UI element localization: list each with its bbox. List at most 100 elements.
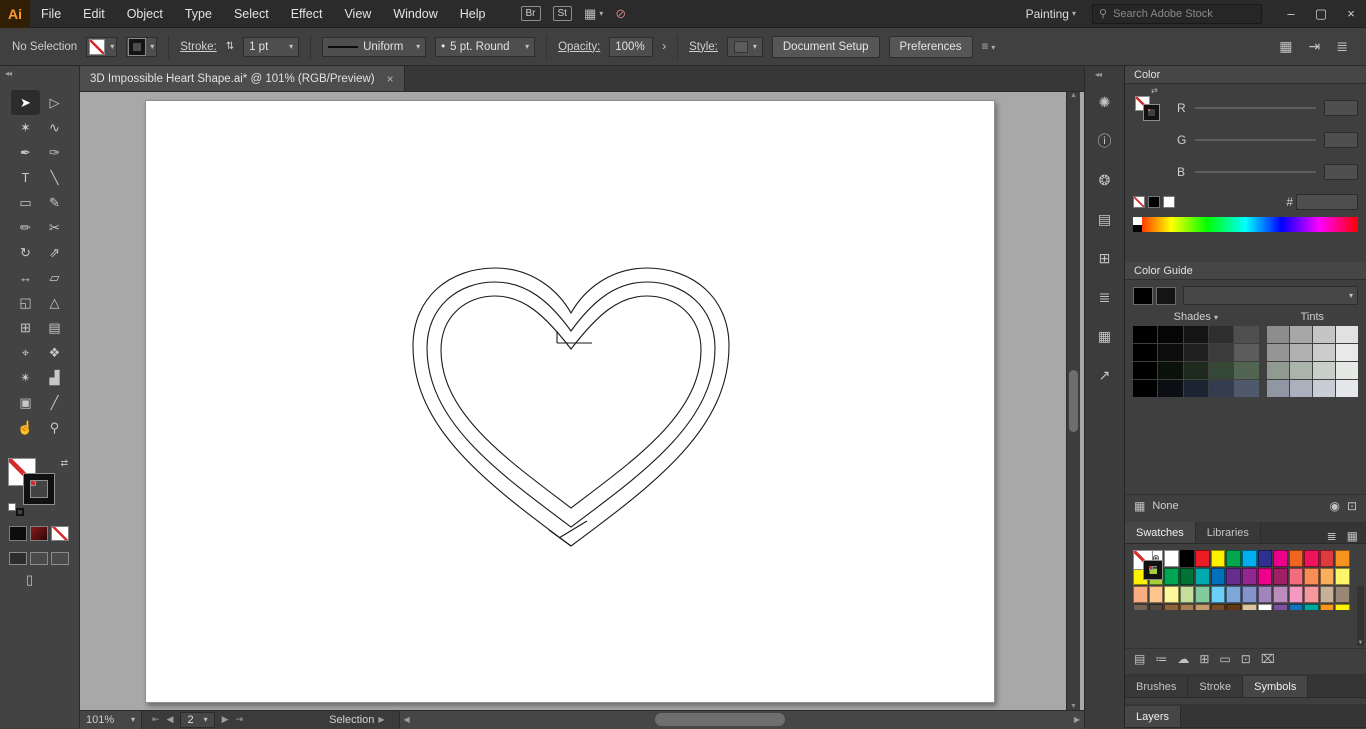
appearance-panel-icon[interactable]: ❂ — [1092, 168, 1118, 192]
rectangle-tool[interactable]: ▭ — [11, 190, 40, 215]
shades-label[interactable]: Shades ▾ — [1133, 311, 1259, 323]
r-value-field[interactable] — [1324, 100, 1358, 116]
b-slider[interactable] — [1195, 171, 1316, 173]
shape-builder-tool[interactable]: ◱ — [11, 290, 40, 315]
swatch[interactable] — [1335, 550, 1350, 567]
shade-swatch[interactable] — [1158, 380, 1182, 397]
draw-inside-button[interactable] — [51, 552, 69, 565]
bridge-button[interactable]: Br — [521, 6, 541, 21]
swatch[interactable] — [1164, 568, 1179, 585]
swatch[interactable] — [1149, 604, 1164, 610]
type-tool[interactable]: T — [11, 165, 40, 190]
swatch[interactable] — [1289, 586, 1304, 603]
blend-tool[interactable]: ❖ — [40, 340, 69, 365]
swatch[interactable] — [1195, 568, 1210, 585]
artboard-tool[interactable]: ▣ — [11, 390, 40, 415]
new-color-group-icon[interactable]: ⊞ — [1199, 652, 1209, 666]
shade-swatch[interactable] — [1158, 362, 1182, 379]
menu-select[interactable]: Select — [223, 0, 280, 28]
swatch[interactable] — [1258, 586, 1273, 603]
shade-swatch[interactable] — [1209, 326, 1233, 343]
swatch[interactable] — [1258, 604, 1273, 610]
align-options-icon[interactable]: ≡▾ — [982, 41, 996, 53]
grid-view-icon[interactable]: ▦ — [1279, 38, 1292, 55]
draw-normal-button[interactable] — [9, 552, 27, 565]
document-setup-button[interactable]: Document Setup — [772, 36, 880, 58]
swatch[interactable] — [1273, 604, 1288, 610]
arrange-documents-icon[interactable]: ▦▾ — [584, 6, 603, 22]
swatch[interactable] — [1320, 568, 1335, 585]
swatch[interactable] — [1226, 568, 1241, 585]
shade-swatch[interactable] — [1158, 344, 1182, 361]
document-tab[interactable]: 3D Impossible Heart Shape.ai* @ 101% (RG… — [80, 66, 405, 91]
tint-swatch[interactable] — [1290, 344, 1312, 361]
shade-swatch[interactable] — [1184, 362, 1208, 379]
swatch[interactable] — [1335, 568, 1350, 585]
tint-swatch[interactable] — [1290, 380, 1312, 397]
scissors-tool[interactable]: ✂ — [40, 215, 69, 240]
stroke-panel-link[interactable]: Stroke: — [180, 41, 216, 53]
search-adobe-stock[interactable]: ⚲ — [1092, 4, 1262, 24]
screen-mode-button[interactable]: ▯ — [26, 572, 33, 588]
swatch[interactable] — [1180, 550, 1195, 567]
close-tab-icon[interactable]: × — [387, 72, 394, 86]
tint-swatch[interactable] — [1290, 362, 1312, 379]
magic-wand-tool[interactable]: ✶ — [11, 115, 40, 140]
shade-swatch[interactable] — [1184, 380, 1208, 397]
swatch[interactable] — [1242, 568, 1257, 585]
pathfinder-panel-icon[interactable]: ▦ — [1092, 324, 1118, 348]
paintbrush-tool[interactable]: ✎ — [40, 190, 69, 215]
hand-tool[interactable]: ☝ — [11, 415, 40, 440]
menu-effect[interactable]: Effect — [280, 0, 334, 28]
swatch[interactable] — [1164, 586, 1179, 603]
style-dropdown[interactable]: ▾ — [727, 37, 763, 57]
swatch-libraries-menu-icon[interactable]: ▤ — [1134, 652, 1145, 666]
new-swatch-folder-icon[interactable]: ▭ — [1219, 652, 1230, 666]
eyedropper-tool[interactable]: ⌖ — [11, 340, 40, 365]
swatch[interactable] — [1289, 568, 1304, 585]
menu-view[interactable]: View — [333, 0, 382, 28]
lasso-tool[interactable]: ∿ — [40, 115, 69, 140]
fill-color-dropdown[interactable]: ▾ — [86, 37, 117, 57]
swatch[interactable] — [1133, 586, 1148, 603]
swatch[interactable] — [1164, 604, 1179, 610]
save-color-group-icon[interactable]: ⊡ — [1347, 499, 1357, 513]
swatch[interactable] — [1258, 550, 1273, 567]
last-artboard-button[interactable]: ⇥ — [236, 714, 244, 725]
shade-swatch[interactable] — [1234, 362, 1258, 379]
menu-help[interactable]: Help — [449, 0, 497, 28]
restore-button[interactable]: ▢ — [1306, 0, 1336, 28]
tab-symbols[interactable]: Symbols — [1243, 676, 1308, 697]
new-swatch-icon[interactable]: ⊡ — [1241, 652, 1251, 666]
swatch[interactable] — [1304, 604, 1319, 610]
transform-panel-icon[interactable]: ⊞ — [1092, 246, 1118, 270]
slice-tool[interactable]: ╱ — [40, 390, 69, 415]
minimize-button[interactable]: – — [1276, 0, 1306, 28]
swatch[interactable] — [1211, 568, 1226, 585]
menu-edit[interactable]: Edit — [72, 0, 116, 28]
opacity-value-field[interactable]: 100% — [609, 37, 653, 57]
asset-export-panel-icon[interactable]: ↗ — [1092, 363, 1118, 387]
shade-swatch[interactable] — [1209, 380, 1233, 397]
swatch[interactable] — [1273, 568, 1288, 585]
swatch[interactable] — [1226, 550, 1241, 567]
tint-swatch[interactable] — [1313, 380, 1335, 397]
tint-swatch[interactable] — [1336, 326, 1358, 343]
shade-swatch[interactable] — [1234, 380, 1258, 397]
horizontal-scrollbar[interactable]: ◀ ▶ — [399, 711, 1085, 729]
edit-colors-icon[interactable]: ◉ — [1329, 499, 1339, 513]
line-segment-tool[interactable]: ╲ — [40, 165, 69, 190]
scroll-up-icon[interactable]: ▲ — [1070, 92, 1077, 99]
grid-view-icon[interactable]: ▦ — [1347, 529, 1358, 543]
swatch[interactable] — [1320, 550, 1335, 567]
swatch[interactable] — [1133, 604, 1148, 610]
scroll-right-icon[interactable]: ▶ — [1074, 715, 1080, 724]
workspace-switcher[interactable]: Painting ▾ — [1010, 7, 1092, 21]
canvas-area[interactable]: ▲ ▼ — [80, 92, 1084, 710]
color-guide-panel-header[interactable]: Color Guide — [1125, 262, 1366, 280]
color-themes-panel-icon[interactable]: ✺ — [1092, 90, 1118, 114]
swatch[interactable] — [1195, 550, 1210, 567]
menu-window[interactable]: Window — [382, 0, 448, 28]
swatch[interactable] — [1320, 586, 1335, 603]
mesh-tool[interactable]: ⊞ — [11, 315, 40, 340]
